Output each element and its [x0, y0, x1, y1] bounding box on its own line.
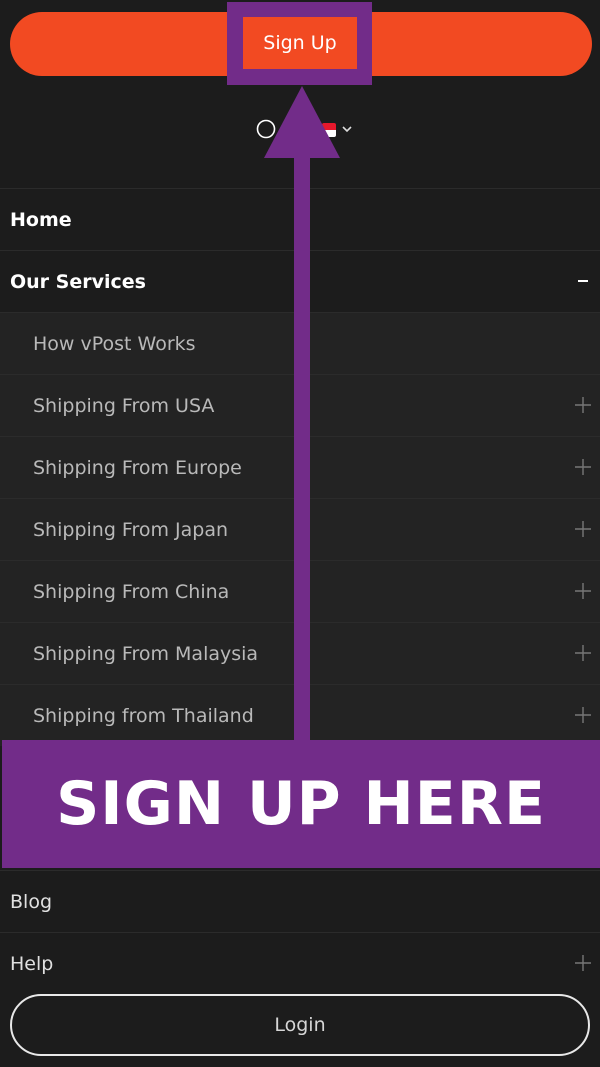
- submenu-item-how-vpost-works[interactable]: How vPost Works: [0, 312, 600, 374]
- expand-plus-icon[interactable]: [574, 520, 592, 538]
- signup-button[interactable]: Sign Up: [243, 17, 357, 69]
- submenu-item-shipping-china[interactable]: Shipping From China: [0, 560, 600, 622]
- expand-plus-icon[interactable]: [574, 644, 592, 662]
- submenu-item-label: How vPost Works: [33, 332, 196, 355]
- menu-item-our-services[interactable]: Our Services: [0, 250, 600, 312]
- indonesia-flag-icon[interactable]: [322, 123, 336, 137]
- expand-plus-icon[interactable]: [574, 582, 592, 600]
- menu-item-label: Help: [10, 952, 54, 975]
- submenu-item-label: Shipping From Europe: [33, 456, 242, 479]
- search-icon[interactable]: [256, 119, 278, 141]
- menu-item-label: Our Services: [10, 270, 146, 293]
- submenu-item-label: Shipping From China: [33, 580, 230, 603]
- utility-row: [0, 110, 600, 150]
- menu-item-blog[interactable]: Blog: [0, 870, 600, 932]
- submenu-item-shipping-malaysia[interactable]: Shipping From Malaysia: [0, 622, 600, 684]
- menu-item-label: Home: [10, 208, 72, 231]
- submenu-item-shipping-usa[interactable]: Shipping From USA: [0, 374, 600, 436]
- menu-item-help[interactable]: Help: [0, 932, 600, 994]
- annotation-banner-text: SIGN UP HERE: [56, 769, 546, 839]
- collapse-minus-icon[interactable]: [578, 280, 588, 282]
- submenu-item-shipping-thailand[interactable]: Shipping from Thailand: [0, 684, 600, 746]
- submenu-item-label: Shipping From Japan: [33, 518, 229, 541]
- menu-item-home[interactable]: Home: [0, 188, 600, 250]
- menu-item-label: Blog: [10, 890, 52, 913]
- submenu-item-label: Shipping From Malaysia: [33, 642, 259, 665]
- expand-plus-icon[interactable]: [574, 706, 592, 724]
- submenu-item-label: Shipping from Thailand: [33, 704, 254, 727]
- expand-plus-icon[interactable]: [574, 458, 592, 476]
- submenu-item-shipping-europe[interactable]: Shipping From Europe: [0, 436, 600, 498]
- expand-plus-icon[interactable]: [574, 954, 592, 972]
- submenu-item-label: Shipping From USA: [33, 394, 215, 417]
- expand-plus-icon[interactable]: [574, 396, 592, 414]
- submenu-item-shipping-japan[interactable]: Shipping From Japan: [0, 498, 600, 560]
- annotation-banner: SIGN UP HERE: [2, 740, 600, 868]
- login-button[interactable]: Login: [10, 994, 590, 1056]
- chevron-down-icon[interactable]: [340, 122, 354, 136]
